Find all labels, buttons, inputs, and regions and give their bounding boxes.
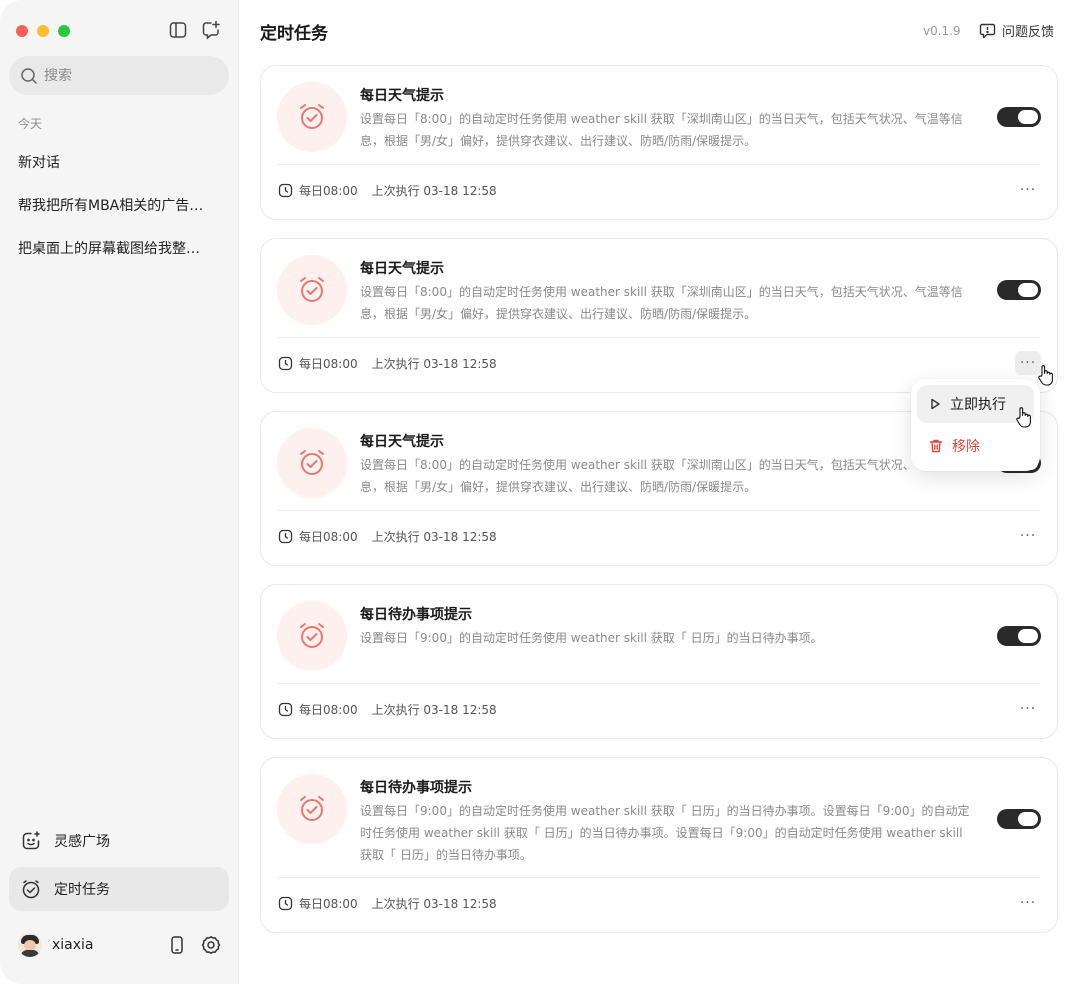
clock-icon <box>278 896 293 911</box>
task-footer: 每日08:00 上次执行 03-18 12:58 <box>278 701 497 718</box>
new-chat-icon[interactable] <box>201 20 221 40</box>
task-last-run: 上次执行 03-18 12:58 <box>371 184 497 198</box>
nav-inspiration[interactable]: 灵感广场 <box>9 819 229 863</box>
trash-icon <box>929 439 943 453</box>
maximize-window-button[interactable] <box>58 25 70 37</box>
divider <box>277 164 1041 165</box>
clock-icon <box>278 356 293 371</box>
task-schedule: 每日08:00 <box>299 897 358 911</box>
task-schedule: 每日08:00 <box>299 530 358 544</box>
task-footer: 每日08:00 上次执行 03-18 12:58 <box>278 355 497 372</box>
task-enable-toggle[interactable] <box>997 280 1041 300</box>
task-description: 设置每日「8:00」的自动定时任务使用 weather skill 获取「深圳南… <box>360 285 963 321</box>
task-schedule: 每日08:00 <box>299 703 358 717</box>
task-enable-toggle[interactable] <box>997 107 1041 127</box>
minimize-window-button[interactable] <box>37 25 49 37</box>
hand-cursor-icon <box>1038 365 1053 386</box>
settings-gear-icon[interactable] <box>201 935 221 955</box>
task-title: 每日天气提示 <box>360 434 444 450</box>
task-description: 设置每日「8:00」的自动定时任务使用 weather skill 获取「深圳南… <box>360 112 963 148</box>
more-options-button[interactable]: ··· <box>1015 891 1041 915</box>
task-footer: 每日08:00 上次执行 03-18 12:58 <box>278 182 497 199</box>
alarm-clock-icon <box>277 82 347 152</box>
section-label-today: 今天 <box>18 117 43 131</box>
page-title: 定时任务 <box>260 24 328 44</box>
search-box[interactable] <box>9 56 229 95</box>
divider <box>277 683 1041 684</box>
version-label: v0.1.9 <box>923 24 961 38</box>
task-title: 每日天气提示 <box>360 261 444 277</box>
run-now-label: 立即执行 <box>950 397 1006 413</box>
divider <box>277 510 1041 511</box>
task-last-run: 上次执行 03-18 12:58 <box>371 703 497 717</box>
task-last-run: 上次执行 03-18 12:58 <box>371 530 497 544</box>
alarm-clock-icon <box>277 774 347 844</box>
hand-cursor-icon <box>1016 407 1031 428</box>
task-card: 每日天气提示 设置每日「8:00」的自动定时任务使用 weather skill… <box>260 65 1058 220</box>
nav-scheduled-label: 定时任务 <box>54 882 110 898</box>
remove-label: 移除 <box>952 439 980 455</box>
task-last-run: 上次执行 03-18 12:58 <box>371 897 497 911</box>
task-description: 设置每日「9:00」的自动定时任务使用 weather skill 获取「 日历… <box>360 631 823 645</box>
feedback-label: 问题反馈 <box>1002 25 1055 40</box>
inspiration-icon <box>22 831 40 850</box>
sidebar: 今天 新对话 帮我把所有MBA相关的广告… 把桌面上的屏幕截图给我整… 灵感广场… <box>0 0 239 984</box>
task-title: 每日天气提示 <box>360 88 444 104</box>
alarm-clock-icon <box>277 255 347 325</box>
phone-icon[interactable] <box>167 935 187 955</box>
task-footer: 每日08:00 上次执行 03-18 12:58 <box>278 528 497 545</box>
task-schedule: 每日08:00 <box>299 357 358 371</box>
clock-icon <box>278 702 293 717</box>
avatar[interactable] <box>18 933 42 957</box>
nav-inspiration-label: 灵感广场 <box>54 834 110 850</box>
more-options-button[interactable]: ··· <box>1015 697 1041 721</box>
alarm-clock-icon <box>277 601 347 671</box>
task-title: 每日待办事项提示 <box>360 607 472 623</box>
task-description: 设置每日「9:00」的自动定时任务使用 weather skill 获取「 日历… <box>360 804 970 862</box>
task-card: 每日天气提示 设置每日「8:00」的自动定时任务使用 weather skill… <box>260 238 1058 393</box>
divider <box>277 337 1041 338</box>
task-enable-toggle[interactable] <box>997 626 1041 646</box>
sidebar-toggle-icon[interactable] <box>168 20 188 40</box>
search-input[interactable] <box>44 67 214 84</box>
search-icon <box>21 67 37 84</box>
user-row: xiaxia <box>18 932 228 958</box>
feedback-icon <box>979 23 996 39</box>
chat-item[interactable]: 帮我把所有MBA相关的广告… <box>18 195 223 215</box>
menu-item-remove[interactable]: 移除 <box>917 427 1034 465</box>
main-content: 定时任务 v0.1.9 问题反馈 每日天气提示 设置每日「8:00」的自动定时任… <box>239 0 1080 984</box>
close-window-button[interactable] <box>16 25 28 37</box>
more-options-button[interactable]: ··· <box>1015 524 1041 548</box>
alarm-clock-icon <box>277 428 347 498</box>
task-last-run: 上次执行 03-18 12:58 <box>371 357 497 371</box>
task-card: 每日待办事项提示 设置每日「9:00」的自动定时任务使用 weather ski… <box>260 757 1058 933</box>
nav-scheduled-tasks[interactable]: 定时任务 <box>9 867 229 911</box>
task-footer: 每日08:00 上次执行 03-18 12:58 <box>278 895 497 912</box>
task-description: 设置每日「8:00」的自动定时任务使用 weather skill 获取「深圳南… <box>360 458 963 494</box>
clock-icon <box>278 529 293 544</box>
task-schedule: 每日08:00 <box>299 184 358 198</box>
task-enable-toggle[interactable] <box>997 809 1041 829</box>
more-options-button[interactable]: ··· <box>1015 178 1041 202</box>
chat-item[interactable]: 把桌面上的屏幕截图给我整… <box>18 238 223 258</box>
play-icon <box>931 398 940 410</box>
task-title: 每日待办事项提示 <box>360 780 472 796</box>
window-controls <box>16 25 70 37</box>
divider <box>277 877 1041 878</box>
scheduled-task-icon <box>22 880 40 899</box>
username: xiaxia <box>52 937 94 953</box>
app-window: 今天 新对话 帮我把所有MBA相关的广告… 把桌面上的屏幕截图给我整… 灵感广场… <box>0 0 1080 984</box>
chat-item[interactable]: 新对话 <box>18 152 223 172</box>
clock-icon <box>278 183 293 198</box>
task-card: 每日待办事项提示 设置每日「9:00」的自动定时任务使用 weather ski… <box>260 584 1058 739</box>
feedback-button[interactable]: 问题反馈 <box>979 21 1054 40</box>
